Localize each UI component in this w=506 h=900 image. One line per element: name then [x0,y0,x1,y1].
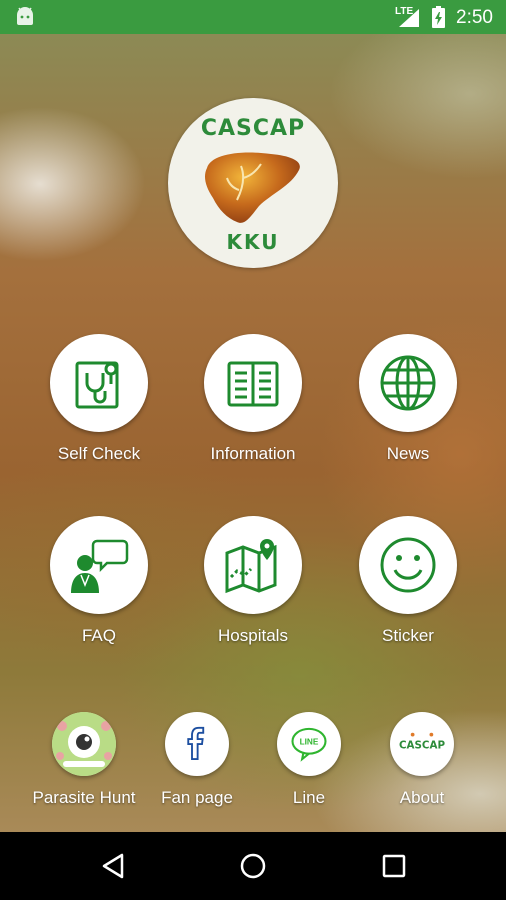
faq-label: FAQ [81,626,116,645]
hospitals-circle[interactable] [204,516,302,614]
parasite-hunt-label: Parasite Hunt [32,788,136,807]
android-icon [17,7,33,25]
clock: 2:50 [456,7,493,28]
home-screen: CASCAP KKU Self Check Information News F… [0,34,506,832]
line-circle[interactable]: LINE [277,712,341,776]
facebook-icon [187,726,205,760]
liver-icon [205,152,300,223]
status-bar: LTE 2:50 [0,0,506,34]
hospitals-label: Hospitals [218,626,288,645]
news-label: News [386,444,430,463]
information-button[interactable]: Information [178,334,328,464]
sticker-label: Sticker [382,626,434,645]
fan-page-label: Fan page [161,788,233,807]
back-icon[interactable] [100,852,128,880]
sticker-circle[interactable] [359,516,457,614]
parasite-hunt-button[interactable]: Parasite Hunt [24,712,144,808]
faq-circle[interactable] [50,516,148,614]
line-label: Line [292,788,326,807]
logo-bottom-text: KKU [226,230,280,254]
fan-page-circle[interactable] [165,712,229,776]
navigation-bar [0,832,506,900]
parasite-eye-icon [52,712,116,776]
doctor-chat-icon [71,539,129,593]
self-check-circle[interactable] [50,334,148,432]
line-icon: LINE [291,727,327,762]
self-check-button[interactable]: Self Check [24,334,174,464]
parasite-hunt-circle[interactable] [52,712,116,776]
about-button[interactable]: CASCAP About [362,712,482,808]
hospitals-button[interactable]: Hospitals [178,516,328,646]
smiley-icon [380,537,436,593]
recents-icon[interactable] [380,852,408,880]
stethoscope-icon [75,361,119,409]
book-icon [227,361,279,407]
line-button[interactable]: LINE Line [249,712,369,808]
news-circle[interactable] [359,334,457,432]
faq-button[interactable]: FAQ [24,516,174,646]
self-check-label: Self Check [57,444,141,463]
fan-page-button[interactable]: Fan page [137,712,257,808]
line-icon-text: LINE [300,738,319,747]
about-circle[interactable]: CASCAP [390,712,454,776]
logo-top-text: CASCAP [200,116,306,141]
about-icon-text: CASCAP [399,740,445,752]
battery-icon [432,6,445,28]
app-logo: CASCAP KKU [168,98,338,268]
about-label: About [399,788,445,807]
news-button[interactable]: News [333,334,483,464]
home-icon[interactable] [239,852,267,880]
information-label: Information [210,444,296,463]
information-circle[interactable] [204,334,302,432]
sticker-button[interactable]: Sticker [333,516,483,646]
globe-icon [380,355,436,411]
map-pin-icon [225,539,277,594]
cascap-logo-icon: CASCAP [399,732,445,752]
signal-icon [399,9,419,27]
